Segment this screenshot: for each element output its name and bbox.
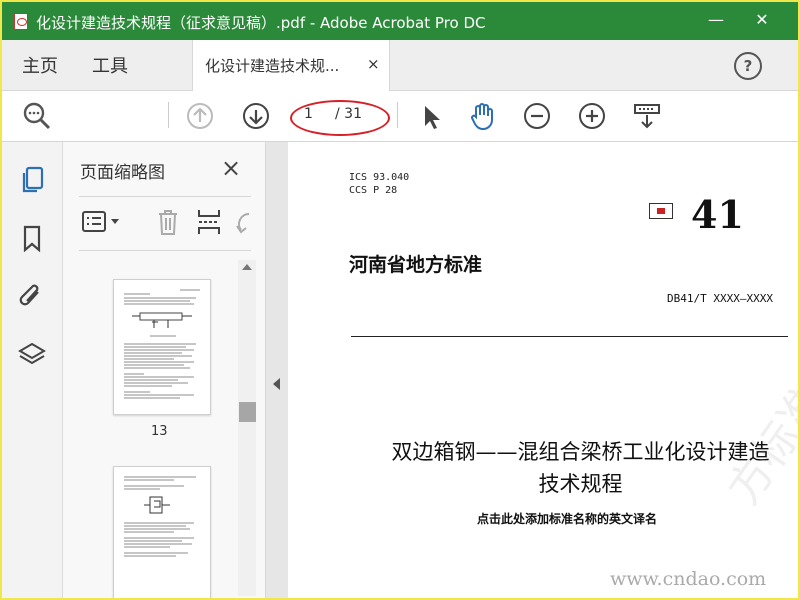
toolbar <box>2 91 798 142</box>
scroll-up-arrow[interactable] <box>242 264 252 270</box>
previous-page-icon[interactable] <box>185 101 215 131</box>
scrollbar-thumb[interactable] <box>239 402 256 422</box>
tools-tab[interactable]: 工具 <box>92 52 128 78</box>
document-title-line1: 双边箱钢——混组合梁桥工业化设计建造 <box>391 440 770 464</box>
select-tool-icon[interactable] <box>416 101 446 131</box>
window-title: 化设计建造技术规程（征求意见稿）.pdf - Adobe Acrobat Pro… <box>36 14 486 32</box>
panel-title: 页面缩略图 <box>80 163 165 183</box>
panel-collapse-strip[interactable] <box>266 142 288 598</box>
page-thumbnails-icon[interactable] <box>18 165 46 195</box>
panel-divider <box>79 250 251 251</box>
delete-page-icon[interactable] <box>156 208 180 236</box>
panel-divider <box>79 196 251 197</box>
panel-close-button[interactable]: × <box>221 154 241 182</box>
hand-tool-icon[interactable] <box>467 101 497 131</box>
standard-mark-icon <box>649 203 673 219</box>
page-number-input[interactable]: 1 <box>304 106 313 122</box>
document-page: 方标准共服务平台 ICS 93.040 CCS P 28 41 河南省地方标准 … <box>289 142 798 598</box>
standard-code: DB41/T XXXX—XXXX <box>667 292 773 305</box>
pdf-app-icon <box>14 13 28 30</box>
classification-codes: ICS 93.040 CCS P 28 <box>349 171 409 197</box>
home-tab[interactable]: 主页 <box>22 52 58 78</box>
document-tab-label: 化设计建造技术规... <box>205 57 340 75</box>
close-window-button[interactable]: ✕ <box>750 8 774 32</box>
ics-code: ICS 93.040 <box>349 172 410 183</box>
page-total: / 31 <box>335 106 362 122</box>
help-icon[interactable]: ? <box>734 52 762 80</box>
collapse-arrow-icon[interactable] <box>273 378 280 390</box>
document-title: 双边箱钢——混组合梁桥工业化设计建造 技术规程 <box>289 436 798 500</box>
ccs-code: CCS P 28 <box>349 185 398 196</box>
zoom-in-icon[interactable] <box>577 101 607 131</box>
page-thumbnail[interactable] <box>113 466 211 598</box>
toolbar-divider <box>397 102 398 128</box>
issuer-heading: 河南省地方标准 <box>349 254 483 276</box>
zoom-out-icon[interactable] <box>522 101 552 131</box>
extract-page-icon[interactable] <box>196 208 222 236</box>
acrobat-window: 化设计建造技术规程（征求意见稿）.pdf - Adobe Acrobat Pro… <box>2 2 798 598</box>
document-tab-close-button[interactable]: × <box>367 55 380 73</box>
attachments-icon[interactable] <box>18 282 46 312</box>
page-thumbnail[interactable] <box>113 279 211 415</box>
bookmarks-icon[interactable] <box>22 225 42 253</box>
document-title-line2: 技术规程 <box>538 472 623 496</box>
thumbnail-options-icon[interactable] <box>81 210 125 234</box>
thumbnails-scrollbar[interactable] <box>238 260 256 596</box>
english-title-placeholder[interactable]: 点击此处添加标准名称的英文译名 <box>477 510 657 527</box>
title-bar: 化设计建造技术规程（征求意见稿）.pdf - Adobe Acrobat Pro… <box>2 2 798 40</box>
scroll-mode-icon[interactable] <box>632 101 662 131</box>
site-watermark: www.cndao.com <box>610 568 767 590</box>
thumbnail-page-number: 13 <box>151 424 168 439</box>
search-icon[interactable] <box>22 101 52 131</box>
layers-icon[interactable] <box>17 340 47 370</box>
thumbnail-page-preview <box>124 289 200 399</box>
document-tab[interactable]: 化设计建造技术规... × <box>192 40 390 91</box>
menu-bar: 主页 工具 <box>2 40 798 91</box>
thumbnails-panel: 页面缩略图 × 13 <box>63 142 266 598</box>
header-rule <box>351 336 788 337</box>
rotate-page-icon[interactable] <box>235 210 251 236</box>
standard-number: 41 <box>691 192 744 237</box>
minimize-button[interactable]: — <box>704 8 728 32</box>
thumbnail-page-preview <box>124 476 196 557</box>
next-page-icon[interactable] <box>241 101 271 131</box>
toolbar-divider <box>168 102 169 128</box>
navigation-rail <box>2 142 63 598</box>
